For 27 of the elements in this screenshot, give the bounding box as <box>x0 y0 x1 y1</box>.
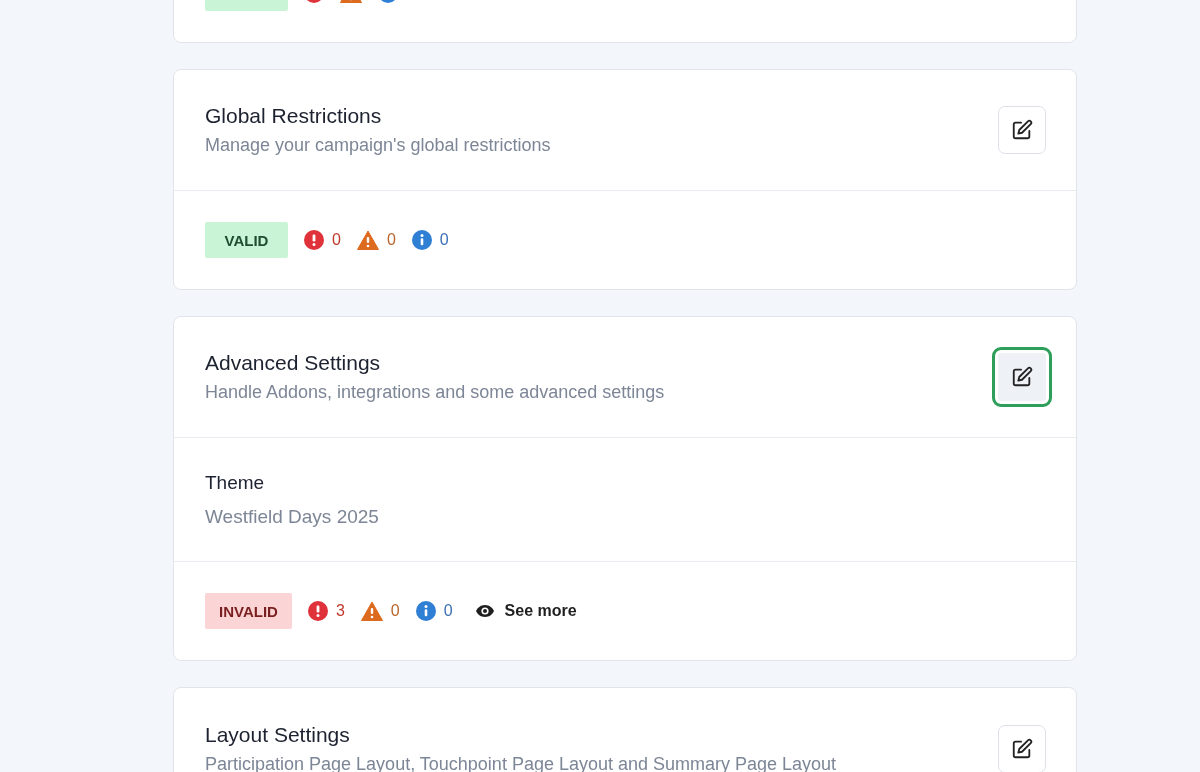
error-count: 0 <box>332 231 341 249</box>
info-icon <box>411 230 432 250</box>
card-subtitle: Manage your campaign's global restrictions <box>205 135 551 156</box>
edit-icon <box>1011 119 1033 141</box>
edit-button[interactable] <box>992 347 1052 407</box>
eye-icon <box>474 604 495 618</box>
info-count: 0 <box>439 231 449 249</box>
field-label: Theme <box>205 471 266 494</box>
status-badge: VALID <box>205 222 288 258</box>
warning-icon <box>356 230 379 250</box>
status-badge: INVALID <box>205 593 292 629</box>
edit-icon <box>1011 737 1033 760</box>
info-icon <box>415 601 436 621</box>
card-title: Layout Settings <box>205 722 351 747</box>
error-icon <box>307 601 328 621</box>
error-count: 3 <box>335 602 345 620</box>
info-count: 0 <box>443 602 453 620</box>
edit-icon <box>1011 366 1033 388</box>
card-subtitle: Handle Addons, integrations and some advanced settings <box>205 382 665 403</box>
see-more-link[interactable]: See more <box>474 602 577 620</box>
warning-icon <box>360 601 383 621</box>
card-title: Global Restrictions <box>205 104 383 128</box>
error-icon <box>304 230 324 250</box>
warning-count: 0 <box>386 231 396 249</box>
card-title: Advanced Settings <box>205 351 382 375</box>
field-value: Westfield Days 2025 <box>205 505 380 528</box>
warning-count: 0 <box>390 602 400 620</box>
